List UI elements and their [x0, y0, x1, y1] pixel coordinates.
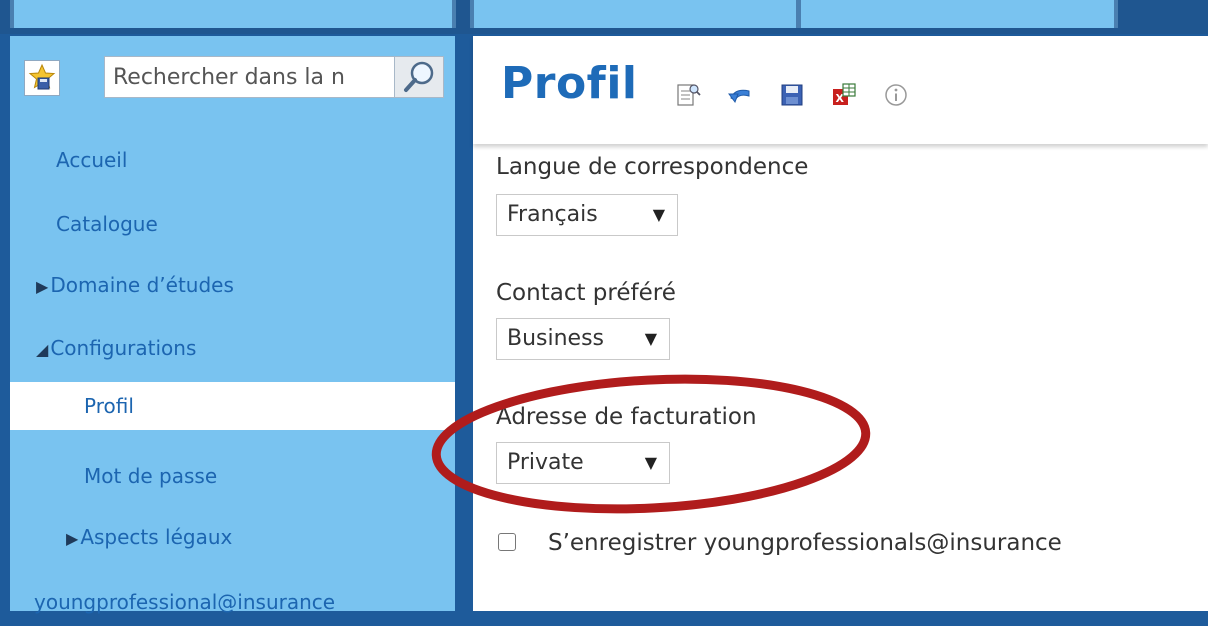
billing-select[interactable]: Private ▼ [496, 442, 670, 484]
sidebar-item-domaine-etudes[interactable]: ▶Domaine d’études [10, 261, 455, 309]
sidebar-item-label: Catalogue [56, 212, 158, 236]
expand-arrow-icon: ▶ [36, 277, 48, 296]
dropdown-arrow-icon: ▼ [653, 195, 665, 235]
magnifier-icon [402, 60, 436, 94]
billing-label: Adresse de facturation [496, 404, 757, 430]
sidebar-item-label: Configurations [50, 336, 196, 360]
page-title: Profil [501, 58, 637, 109]
sidebar-item-label: Mot de passe [84, 464, 217, 488]
sidebar-item-accueil[interactable]: Accueil [10, 136, 455, 184]
sidebar-item-mot-de-passe[interactable]: Mot de passe [10, 452, 455, 500]
dropdown-arrow-icon: ▼ [645, 319, 657, 359]
sidebar-item-aspects-legaux[interactable]: ▶Aspects légaux [10, 513, 455, 561]
contact-select[interactable]: Business ▼ [496, 318, 670, 360]
search-button[interactable] [394, 56, 444, 98]
subscribe-checkbox[interactable] [498, 533, 516, 551]
subscribe-label: S’enregistrer youngprofessionals@insuran… [548, 530, 1062, 556]
language-select-value: Français [507, 202, 598, 227]
sidebar-item-configurations[interactable]: ◢Configurations [10, 324, 455, 372]
search-row [24, 56, 444, 100]
sidebar-divider [455, 34, 473, 611]
sidebar-item-account[interactable]: youngprofessional@insurance [10, 578, 455, 611]
contact-select-value: Business [507, 326, 604, 351]
top-frame [0, 0, 1208, 34]
preview-icon[interactable] [673, 80, 703, 110]
page-header: Profil X [473, 36, 1208, 144]
top-frame-left [10, 0, 456, 28]
export-excel-icon[interactable]: X [829, 80, 859, 110]
sidebar-item-label: Domaine d’études [50, 273, 234, 297]
top-frame-right [470, 0, 1118, 28]
expand-arrow-icon: ▶ [66, 529, 78, 548]
undo-icon[interactable] [725, 80, 755, 110]
save-icon[interactable] [777, 80, 807, 110]
language-select[interactable]: Français ▼ [496, 194, 678, 236]
sidebar-item-label: Aspects légaux [80, 525, 232, 549]
info-icon[interactable] [881, 80, 911, 110]
sidebar-item-label: Accueil [56, 148, 127, 172]
contact-label: Contact préféré [496, 280, 676, 306]
search-input[interactable] [104, 56, 396, 98]
sidebar-item-profil[interactable]: Profil [10, 382, 455, 430]
collapse-arrow-icon: ◢ [36, 340, 48, 359]
favorite-home-icon[interactable] [24, 60, 60, 96]
language-label: Langue de correspondence [496, 154, 808, 180]
dropdown-arrow-icon: ▼ [645, 443, 657, 483]
sidebar-item-label: Profil [84, 394, 134, 418]
billing-select-value: Private [507, 450, 584, 475]
top-frame-divider [796, 0, 801, 28]
sidebar-item-label: youngprofessional@insurance [34, 590, 335, 614]
sidebar-item-catalogue[interactable]: Catalogue [10, 200, 455, 248]
